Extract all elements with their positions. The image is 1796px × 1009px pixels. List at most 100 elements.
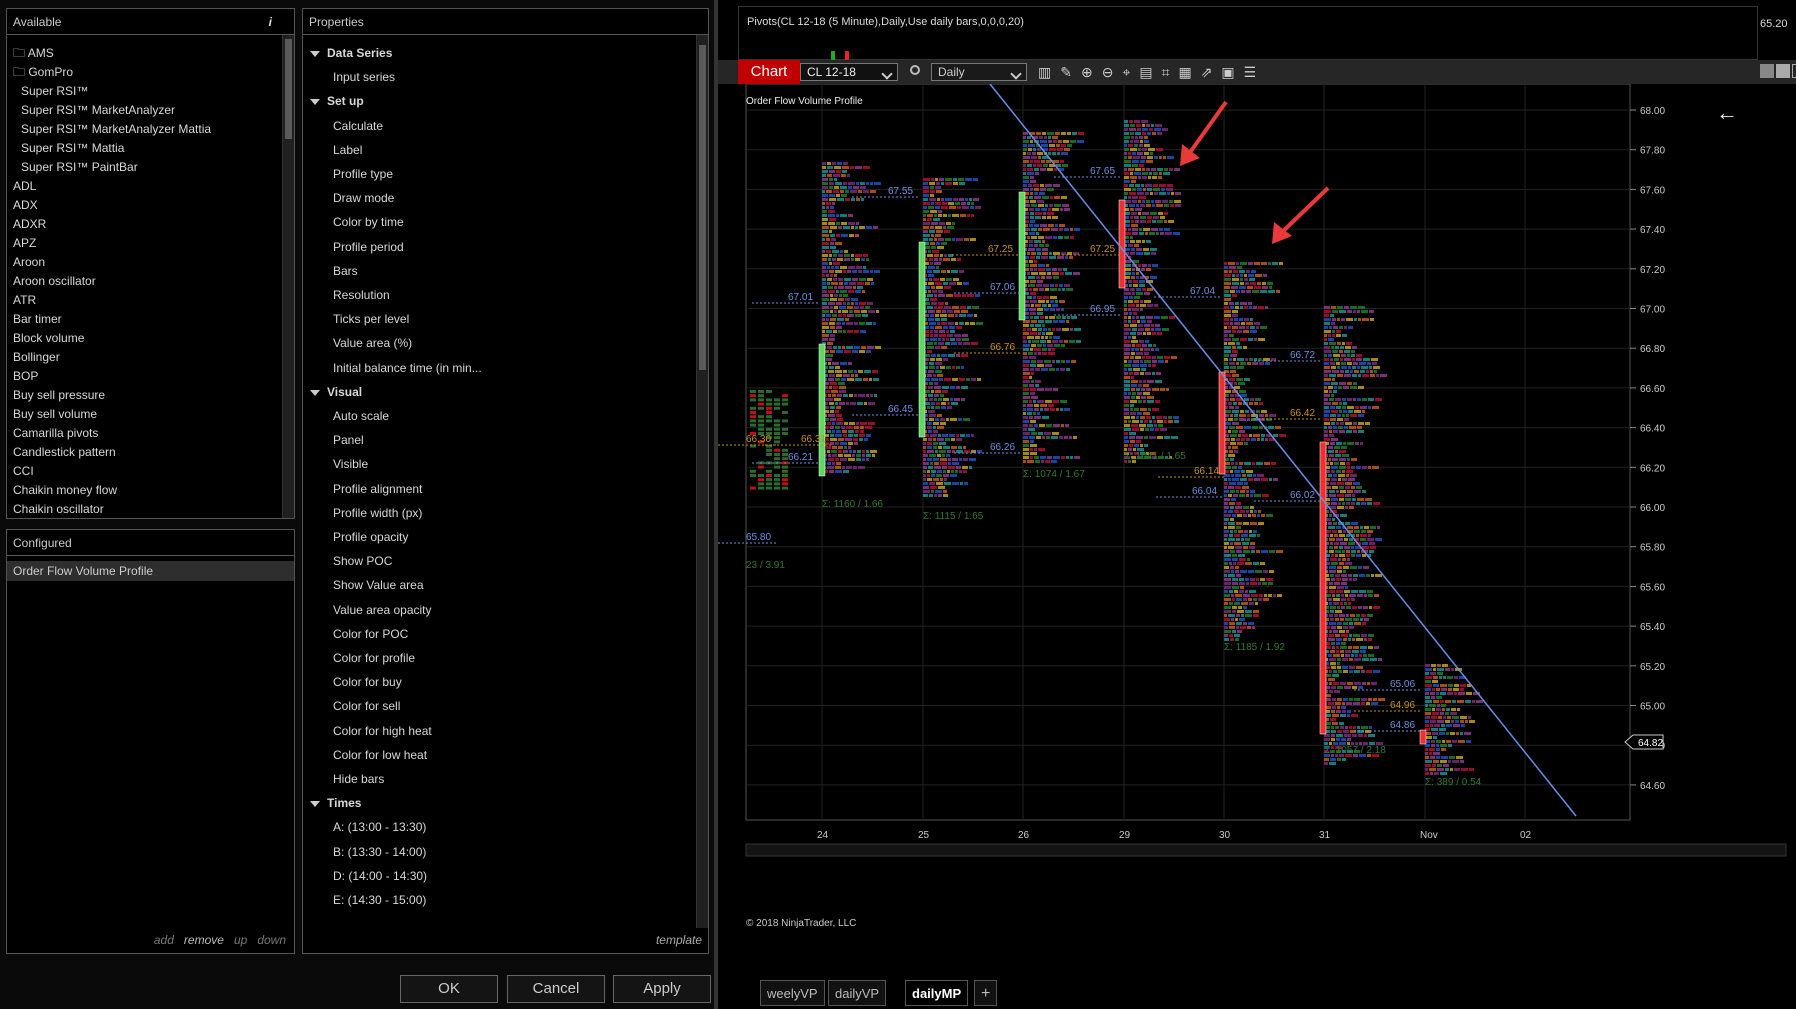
folder-item[interactable]: 🗀 AMS [7,44,280,63]
profile-cell [1023,176,1029,179]
indicator-item[interactable]: Aroon oscillator [7,272,280,291]
add-tab-button[interactable]: + [974,980,998,1006]
down-link[interactable]: down [257,933,286,947]
indicator-item[interactable]: APZ [7,234,280,253]
available-scrollbar[interactable] [282,35,294,518]
property-label: Label [333,142,363,157]
profile-cell [841,234,848,237]
profile-cell [1040,188,1046,191]
indicator-item[interactable]: Bollinger [7,348,280,367]
profile-cell [827,466,834,469]
trend-icon[interactable]: ⇗ [1201,64,1222,80]
remove-link[interactable]: remove [184,933,224,947]
search-icon[interactable] [910,65,920,75]
indicator-item[interactable]: Super RSI™ [7,82,280,101]
minimize-icon[interactable] [1792,64,1796,78]
profile-cell [938,398,942,401]
layout-icon[interactable] [1760,64,1774,78]
profile-cell [1452,740,1457,743]
up-link[interactable]: up [234,933,247,947]
configured-item[interactable]: Order Flow Volume Profile [7,561,294,581]
expand-icon[interactable] [310,51,320,57]
folder-item[interactable]: 🗀 GomPro [7,63,280,82]
cancel-button[interactable]: Cancel [507,975,605,1003]
profile-cell [1236,438,1240,441]
zoom-out-icon[interactable]: ⊖ [1102,64,1123,80]
properties-icon[interactable]: ▤ [1139,64,1161,80]
tab-dailyvp[interactable]: dailyVP [828,980,887,1006]
add-link[interactable]: add [154,933,174,947]
profile-cell [923,230,928,233]
indicators-icon[interactable]: ▦ [1178,64,1200,80]
profile-cell [941,402,946,405]
profile-cell [936,242,940,245]
strategy-icon[interactable]: ⌗ [1162,64,1179,80]
tab-dailymp[interactable]: dailyMP [905,980,969,1006]
profile-cell [933,438,936,441]
template-link[interactable]: template [656,933,702,947]
indicator-item[interactable]: Super RSI™ MarketAnalyzer Mattia [7,120,280,139]
indicator-item[interactable]: Super RSI™ Mattia [7,139,280,158]
indicator-item[interactable]: Chaikin money flow [7,481,280,500]
indicator-item[interactable]: BOP [7,367,280,386]
indicator-item[interactable]: ADXR [7,215,280,234]
interval-selector[interactable]: Daily [931,63,1027,81]
info-icon[interactable]: i [269,9,272,35]
apply-button[interactable]: Apply [613,975,711,1003]
profile-cell [1336,490,1339,493]
profile-cell [750,406,756,410]
indicator-item[interactable]: Bar timer [7,310,280,329]
profile-cell [1152,204,1155,207]
indicator-item[interactable]: Super RSI™ PaintBar [7,158,280,177]
profile-cell [1341,606,1345,609]
property-category[interactable]: Set up [303,90,690,114]
tab-weelyvp[interactable]: weelyVP [760,980,825,1006]
property-category[interactable]: Visual [303,381,690,405]
indicator-item[interactable]: Buy sell pressure [7,386,280,405]
back-arrow-icon[interactable]: ← [1716,100,1738,126]
property-row: E: (14:30 - 15:00)DarkTurquoise [303,889,690,913]
profile-cell [942,466,947,469]
expand-icon[interactable] [310,389,320,396]
profile-cell [1052,432,1059,435]
profile-cell [1147,396,1154,399]
indicator-item[interactable]: ADX [7,196,280,215]
bar-style-icon[interactable]: ▥ [1038,64,1060,80]
property-category[interactable]: Data Series [303,42,690,66]
profile-cell [1236,362,1239,365]
profile-cell [1224,478,1227,481]
indicator-item[interactable]: CCI [7,462,280,481]
properties-scrollbar[interactable] [696,35,708,928]
profile-cell [1275,426,1281,429]
indicator-item[interactable]: Camarilla pivots [7,424,280,443]
indicator-item[interactable]: Chaikin oscillator [7,500,280,518]
price-chart[interactable]: 68.0067.8067.6067.4067.2067.0066.8066.60… [718,84,1796,1009]
indicator-item[interactable]: ADL [7,177,280,196]
chart-tab-label[interactable]: Chart [738,60,800,84]
layout2-icon[interactable] [1776,64,1790,78]
draw-tool-icon[interactable]: ✎ [1060,64,1081,80]
crosshair-icon[interactable]: ⌖ [1122,64,1139,80]
expand-icon[interactable] [310,99,320,106]
indicator-item[interactable]: Buy sell volume [7,405,280,424]
profile-cell [1329,762,1336,765]
instrument-selector[interactable]: CL 12-18 [800,63,898,81]
indicator-item[interactable]: Candlestick pattern [7,443,280,462]
zoom-in-icon[interactable]: ⊕ [1081,64,1102,80]
indicator-item[interactable]: Super RSI™ MarketAnalyzer [7,101,280,120]
indicator-item[interactable]: ATR [7,291,280,310]
property-category[interactable]: Times [303,792,690,816]
profile-cell [1340,714,1346,717]
indicator-item[interactable]: Block volume [7,329,280,348]
ok-button[interactable]: OK [400,975,498,1003]
profile-cell [1243,546,1248,549]
template-icon[interactable]: ▣ [1221,64,1243,80]
profile-cell [1029,288,1032,291]
profile-cell [1065,272,1072,275]
available-list[interactable]: 🗀 AMS 🗀 GomPro Super RSI™ Super RSI™ Market… [7,44,280,518]
profile-cell [822,290,827,293]
profile-cell [1256,550,1260,553]
list-icon[interactable]: ☰ [1244,64,1266,80]
indicator-item[interactable]: Aroon [7,253,280,272]
expand-icon[interactable] [310,801,320,808]
